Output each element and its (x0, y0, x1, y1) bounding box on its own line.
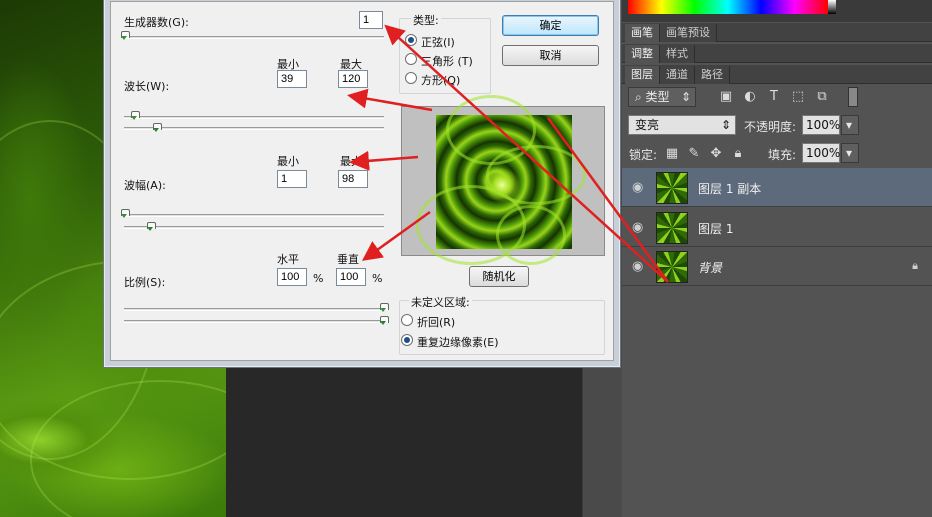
type-triangle-label[interactable]: 三角形 (T) (421, 53, 473, 69)
layer-thumbnail (656, 212, 688, 244)
scale-label: 比例(S): (124, 276, 166, 289)
chevron-updown-icon: ⇕ (720, 118, 731, 132)
scale-vertical-percent: % (372, 272, 383, 285)
generators-slider-thumb[interactable] (121, 31, 130, 40)
preview-image (416, 95, 586, 265)
wave-dialog: 生成器数(G): 1 最小 最大 波长(W): 39 120 最小 最大 波幅(… (103, 0, 621, 368)
tab-brush-presets[interactable]: 画笔预设 (660, 24, 717, 42)
amplitude-min-thumb[interactable] (121, 209, 130, 218)
wrap-around-radio[interactable] (401, 314, 413, 326)
scale-vertical-track[interactable] (124, 320, 384, 323)
chevron-updown-icon: ⇕ (680, 90, 691, 104)
wavelength-max-thumb[interactable] (153, 123, 162, 132)
type-square-label[interactable]: 方形(Q) (421, 72, 460, 88)
wavelength-max-input[interactable]: 120 (338, 70, 368, 88)
scale-horizontal-thumb[interactable] (380, 303, 389, 312)
type-sine-label[interactable]: 正弦(I) (421, 34, 455, 50)
wavelength-min-input[interactable]: 39 (277, 70, 307, 88)
layer-filter-label: 类型 (645, 90, 670, 104)
tab-paths[interactable]: 路径 (695, 66, 730, 84)
opacity-input[interactable]: 100% (802, 115, 840, 135)
lock-label: 锁定: (629, 148, 658, 162)
scale-horizontal-track[interactable] (124, 308, 384, 311)
wavelength-min-thumb[interactable] (131, 111, 140, 120)
type-filter-icon[interactable]: T (766, 89, 782, 105)
tab-layers[interactable]: 图层 (625, 66, 660, 84)
layer-name: 背景 (698, 261, 723, 275)
layers-tab-row: 图层 通道 路径 (622, 65, 932, 84)
scale-horizontal-percent: % (313, 272, 324, 285)
scale-horizontal-input[interactable]: 100 (277, 268, 307, 286)
scale-vertical-input[interactable]: 100 (336, 268, 366, 286)
adjustment-filter-icon[interactable]: ◐ (742, 89, 758, 105)
fill-dropdown-icon[interactable]: ▾ (841, 143, 859, 163)
horizontal-heading: 水平 (277, 253, 299, 266)
repeat-edge-radio[interactable] (401, 334, 413, 346)
opacity-dropdown-icon[interactable]: ▾ (841, 115, 859, 135)
color-spectrum[interactable] (628, 0, 836, 14)
generators-input[interactable]: 1 (359, 11, 383, 29)
smart-object-filter-icon[interactable]: ⧉ (814, 89, 830, 105)
shape-filter-icon[interactable]: ⬚ (790, 89, 806, 105)
layer-row-background[interactable]: ◉ 背景 🔒︎ (622, 247, 932, 286)
wavelength-max-track[interactable] (124, 127, 384, 130)
layer-name: 图层 1 副本 (698, 182, 762, 196)
search-icon: ⌕ (635, 90, 646, 104)
amplitude-min-track[interactable] (124, 214, 384, 217)
generators-slider-track[interactable] (124, 36, 384, 39)
lock-all-icon[interactable]: 🔒︎ (730, 146, 746, 162)
fill-input[interactable]: 100% (802, 143, 840, 163)
wrap-around-label[interactable]: 折回(R) (417, 314, 455, 330)
adjust-tab-row: 调整 样式 (622, 44, 932, 63)
lock-brush-icon[interactable]: ✎ (686, 146, 702, 162)
layer-name: 图层 1 (698, 222, 734, 236)
wavelength-label: 波长(W): (124, 80, 170, 93)
randomize-button[interactable]: 随机化 (469, 266, 529, 287)
amplitude-max-heading: 最大 (340, 155, 362, 168)
lock-transparent-icon[interactable]: ▦ (664, 146, 680, 162)
amplitude-max-track[interactable] (124, 226, 384, 229)
vertical-heading: 垂直 (337, 253, 359, 266)
layer-filter-select[interactable]: ⌕ 类型 ⇕ (628, 87, 696, 107)
wave-dialog-body: 生成器数(G): 1 最小 最大 波长(W): 39 120 最小 最大 波幅(… (110, 1, 614, 361)
tab-adjustments[interactable]: 调整 (625, 45, 660, 63)
brush-tab-row: 画笔 画笔预设 (622, 23, 932, 42)
amplitude-max-input[interactable]: 98 (338, 170, 368, 188)
wavelength-min-track[interactable] (124, 116, 384, 119)
undefined-area-title: 未定义区域: (409, 294, 472, 310)
layer-row-copy[interactable]: ◉ 图层 1 副本 (622, 168, 932, 207)
scale-vertical-thumb[interactable] (380, 316, 389, 325)
filter-toggle-icon[interactable] (848, 87, 858, 107)
layer-row-layer1[interactable]: ◉ 图层 1 (622, 208, 932, 247)
amplitude-min-heading: 最小 (277, 155, 299, 168)
tab-styles[interactable]: 样式 (660, 45, 695, 63)
lock-move-icon[interactable]: ✥ (708, 146, 724, 162)
amplitude-min-input[interactable]: 1 (277, 170, 307, 188)
generators-label: 生成器数(G): (124, 16, 189, 29)
amplitude-label: 波幅(A): (124, 179, 166, 192)
type-triangle-radio[interactable] (405, 53, 417, 65)
ok-button[interactable]: 确定 (502, 15, 599, 36)
eye-icon[interactable]: ◉ (632, 180, 643, 195)
fill-label: 填充: (768, 148, 797, 162)
blend-mode-select[interactable]: 变亮 ⇕ (628, 115, 736, 135)
cancel-button[interactable]: 取消 (502, 45, 599, 66)
eye-icon[interactable]: ◉ (632, 259, 643, 274)
preview-frame (401, 95, 605, 265)
layer-thumbnail (656, 251, 688, 283)
lock-icon: 🔒︎ (912, 259, 918, 272)
type-group-title: 类型: (411, 12, 441, 28)
repeat-edge-label[interactable]: 重复边缘像素(E) (417, 334, 499, 350)
eye-icon[interactable]: ◉ (632, 220, 643, 235)
layer-thumbnail (656, 172, 688, 204)
blend-mode-label: 变亮 (635, 118, 660, 132)
amplitude-max-thumb[interactable] (147, 222, 156, 231)
opacity-label: 不透明度: (744, 120, 797, 134)
type-sine-radio[interactable] (405, 34, 417, 46)
tab-channels[interactable]: 通道 (660, 66, 695, 84)
tab-brush[interactable]: 画笔 (625, 24, 660, 42)
type-square-radio[interactable] (405, 72, 417, 84)
image-filter-icon[interactable]: ▣ (718, 89, 734, 105)
